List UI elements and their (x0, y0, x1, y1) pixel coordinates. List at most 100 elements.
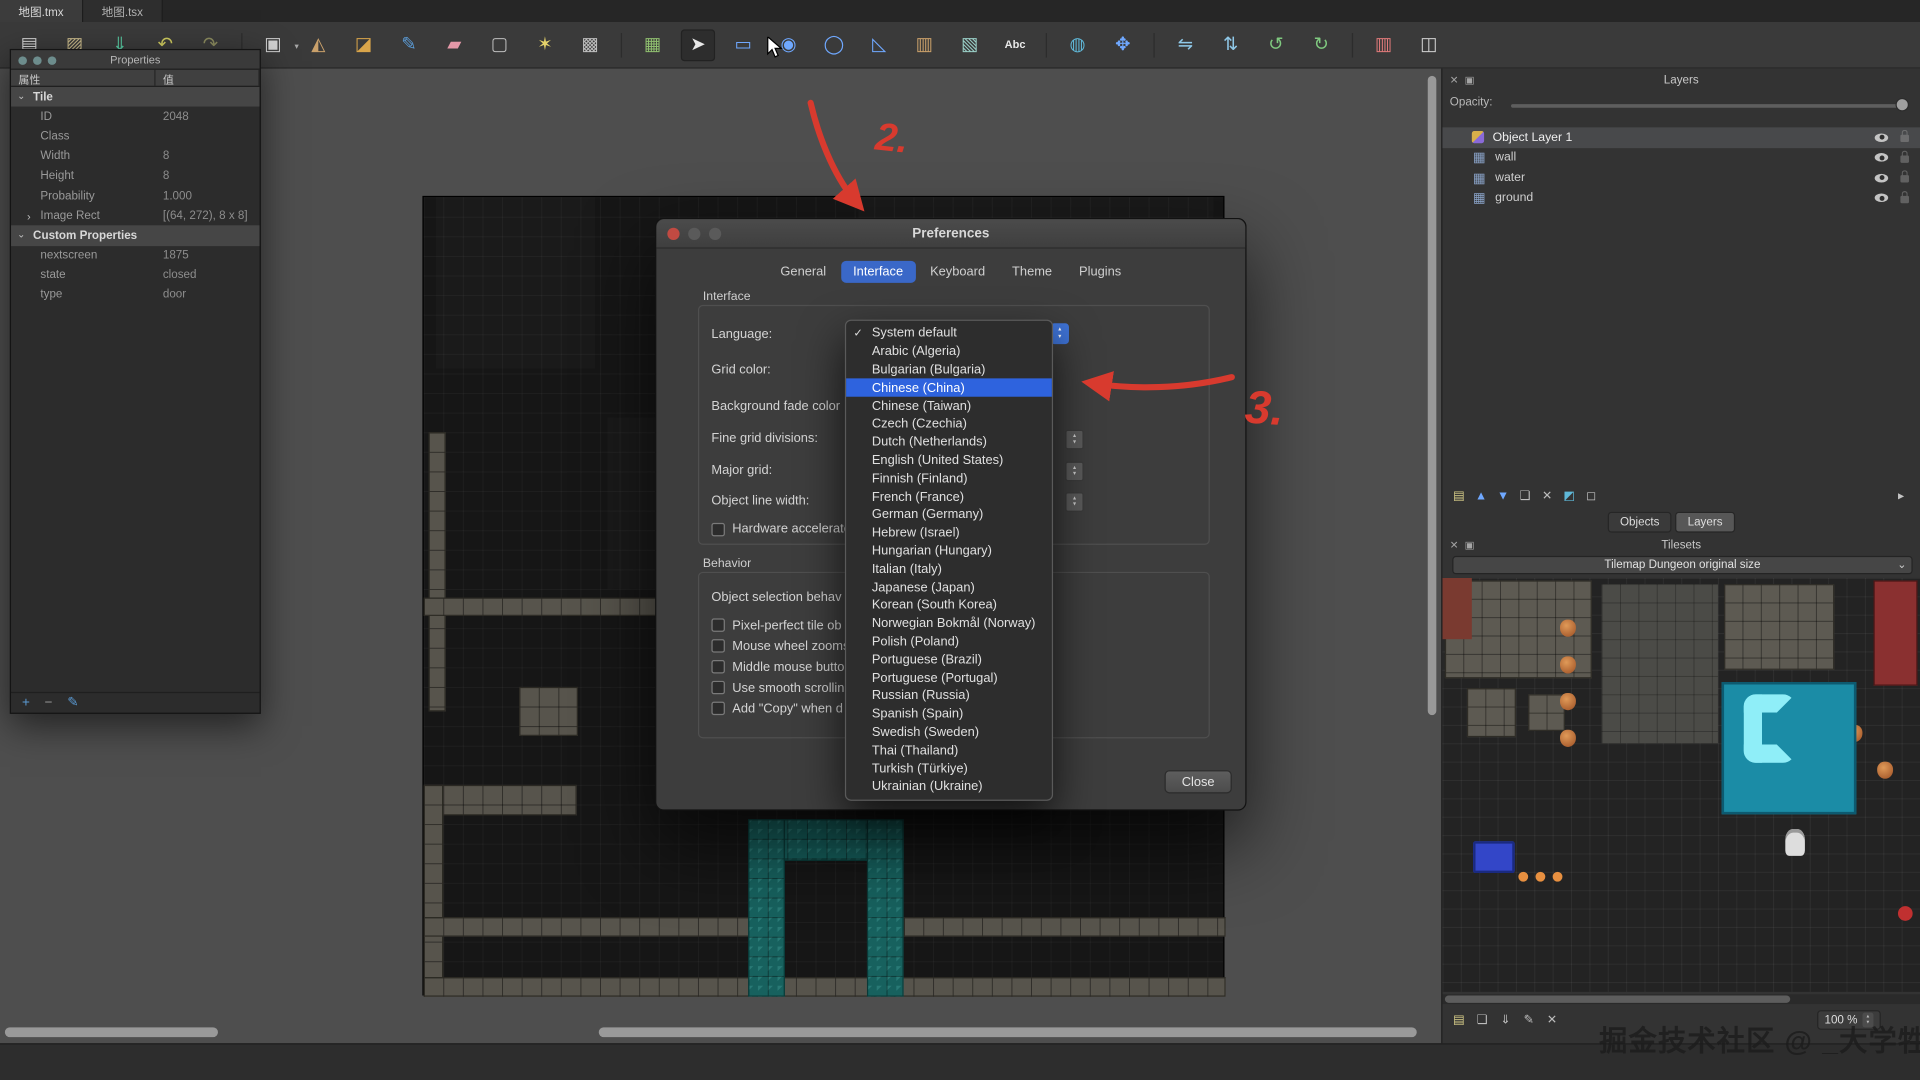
language-menu-item[interactable]: ✓ Hebrew (Israel) (846, 524, 1052, 542)
property-row[interactable]: Custom Properties (11, 225, 260, 246)
preferences-tab[interactable]: Keyboard (918, 261, 998, 283)
flip-vertical-button[interactable]: ⇅ (1213, 29, 1247, 61)
eraser-tool[interactable]: ▰ (437, 29, 471, 61)
language-menu-item[interactable]: ✓ Polish (Poland) (846, 633, 1052, 651)
remove-layer-button[interactable]: ✕ (1538, 487, 1556, 504)
raise-layer-button[interactable]: ▲ (1472, 487, 1490, 504)
window-control-dots[interactable] (18, 55, 57, 65)
fine-grid-spinner[interactable]: ▴ ▾ (1065, 429, 1084, 450)
behavior-checkbox[interactable] (711, 618, 725, 632)
property-row[interactable]: Height 8 (11, 166, 260, 186)
property-row[interactable]: Probability 1.000 (11, 186, 260, 206)
layer-lock-icon[interactable] (1900, 130, 1909, 143)
lock-layer-button[interactable]: ◻ (1582, 487, 1600, 504)
property-row[interactable]: Class (11, 127, 260, 147)
language-menu-item[interactable]: ✓ Norwegian Bokmål (Norway) (846, 614, 1052, 632)
preferences-tab[interactable]: Plugins (1067, 261, 1134, 283)
document-tab[interactable]: 地图.tsx (83, 0, 163, 23)
tool-button[interactable] (1153, 32, 1155, 57)
insert-point-tool[interactable]: ◉ (771, 29, 805, 61)
language-menu-item[interactable]: ✓ System default (846, 324, 1052, 342)
language-menu-item[interactable]: ✓ Thai (Thailand) (846, 741, 1052, 759)
property-row[interactable]: Image Rect [(64, 272), 8 x 8] (11, 206, 260, 226)
layer-lock-icon[interactable] (1900, 150, 1909, 163)
close-window-dot[interactable] (667, 227, 680, 240)
stamp-brush-tool[interactable]: ▣ (256, 29, 298, 61)
insert-template-tool[interactable]: ▧ (953, 29, 987, 61)
edit-tileset-button[interactable]: ✎ (1520, 1011, 1538, 1028)
language-menu-item[interactable]: ✓ Japanese (Japan) (846, 578, 1052, 596)
tileset-selector-combo[interactable]: Tilemap Dungeon original size ⌄ (1452, 555, 1913, 575)
lower-layer-button[interactable]: ▼ (1494, 487, 1512, 504)
language-menu-item[interactable]: ✓ Ukrainian (Ukraine) (846, 777, 1052, 795)
language-menu-item[interactable]: ✓ Dutch (Netherlands) (846, 433, 1052, 451)
language-menu-item[interactable]: ✓ Spanish (Spain) (846, 705, 1052, 723)
language-menu-item[interactable]: ✓ Turkish (Türkiye) (846, 759, 1052, 777)
delete-tileset-button[interactable]: ✕ (1543, 1011, 1561, 1028)
property-row[interactable]: ID 2048 (11, 107, 260, 127)
tool-button[interactable] (620, 32, 623, 57)
language-menu-item[interactable]: ✓ Finnish (Finland) (846, 469, 1052, 487)
insert-image-button[interactable]: ▦ (636, 29, 670, 61)
same-tile-select-tool[interactable]: ▩ (573, 29, 607, 61)
layer-visibility-eye-icon[interactable] (1874, 173, 1889, 183)
behavior-checkbox[interactable] (711, 701, 725, 716)
language-menu-item[interactable]: ✓ Portuguese (Portugal) (846, 669, 1052, 687)
layer-visibility-eye-icon[interactable] (1874, 193, 1889, 203)
edit-property-button[interactable]: ✎ (67, 696, 78, 709)
language-menu-item[interactable]: ✓ French (France) (846, 488, 1052, 506)
language-menu-item[interactable]: ✓ Chinese (Taiwan) (846, 397, 1052, 415)
rect-select-tool[interactable]: ▢ (482, 29, 516, 61)
layer-row[interactable]: Object Layer 1 (1442, 127, 1920, 148)
tileset-horizontal-scrollbar[interactable] (1444, 995, 1791, 1003)
tool-button[interactable] (1351, 32, 1354, 57)
shape-fill-tool[interactable]: ✎ (392, 29, 426, 61)
property-row[interactable]: type door (11, 285, 260, 305)
new-layer-button[interactable]: ▤ (1450, 487, 1468, 504)
layer-visibility-eye-icon[interactable] (1874, 153, 1889, 162)
tool-button[interactable] (1045, 32, 1047, 57)
insert-text-tool[interactable]: Abc (998, 29, 1032, 61)
language-combo-stepper[interactable]: ▴ ▾ (1050, 323, 1069, 345)
canvas-vertical-scrollbar[interactable] (1427, 75, 1437, 716)
insert-tile-tool[interactable]: ▥ (907, 29, 941, 61)
behavior-checkbox[interactable] (711, 680, 725, 695)
flip-horizontal-button[interactable]: ⇋ (1168, 29, 1202, 61)
bucket-fill-tool[interactable]: ◪ (347, 29, 381, 61)
duplicate-layer-button[interactable]: ❏ (1516, 487, 1534, 504)
insert-polygon-tool[interactable]: ◺ (862, 29, 896, 61)
close-button[interactable]: Close (1164, 770, 1232, 794)
language-menu-item[interactable]: ✓ Russian (Russia) (846, 687, 1052, 705)
zoom-window-dot[interactable] (708, 227, 722, 240)
terrain-brush-tool[interactable]: ◭ (301, 29, 335, 61)
language-menu-item[interactable]: ✓ Czech (Czechia) (846, 415, 1052, 433)
object-line-width-spinner[interactable]: ▴ ▾ (1065, 492, 1084, 512)
property-row[interactable]: Tile (11, 86, 260, 107)
minimize-window-dot[interactable] (688, 227, 701, 240)
preferences-tab[interactable]: General (768, 261, 838, 283)
property-value-column-header[interactable]: 值 (156, 69, 260, 86)
globe-tool[interactable]: ◍ (1060, 29, 1094, 61)
language-menu-item[interactable]: ✓ German (Germany) (846, 506, 1052, 524)
preferences-tab[interactable]: Theme (1000, 261, 1065, 283)
add-property-button[interactable]: + (22, 696, 30, 709)
language-menu-item[interactable]: ✓ Korean (South Korea) (846, 596, 1052, 614)
opacity-slider[interactable] (1511, 104, 1906, 108)
language-menu-item[interactable]: ✓ Portuguese (Brazil) (846, 651, 1052, 669)
language-menu-item[interactable]: ✓ Swedish (Sweden) (846, 723, 1052, 741)
insert-rectangle-tool[interactable]: ▭ (726, 29, 760, 61)
property-row[interactable]: Width 8 (11, 146, 260, 166)
insert-ellipse-tool[interactable]: ◯ (817, 29, 851, 61)
hardware-acceleration-checkbox[interactable] (711, 522, 725, 536)
dock-horizontal-scrollbar[interactable] (4, 1027, 218, 1038)
layer-lock-icon[interactable] (1900, 170, 1909, 183)
behavior-checkbox[interactable] (711, 660, 725, 674)
highlight-layer-button[interactable]: ▥ (1367, 29, 1401, 61)
panel-more-button[interactable]: ▸ (1892, 487, 1910, 504)
layer-row[interactable]: ground (1442, 188, 1920, 208)
language-menu-item[interactable]: ✓ English (United States) (846, 451, 1052, 469)
layer-row[interactable]: wall (1442, 148, 1920, 168)
layer-visibility-eye-icon[interactable] (1874, 133, 1889, 142)
language-menu-item[interactable]: ✓ Hungarian (Hungary) (846, 542, 1052, 560)
language-menu-item[interactable]: ✓ Bulgarian (Bulgaria) (846, 361, 1052, 379)
